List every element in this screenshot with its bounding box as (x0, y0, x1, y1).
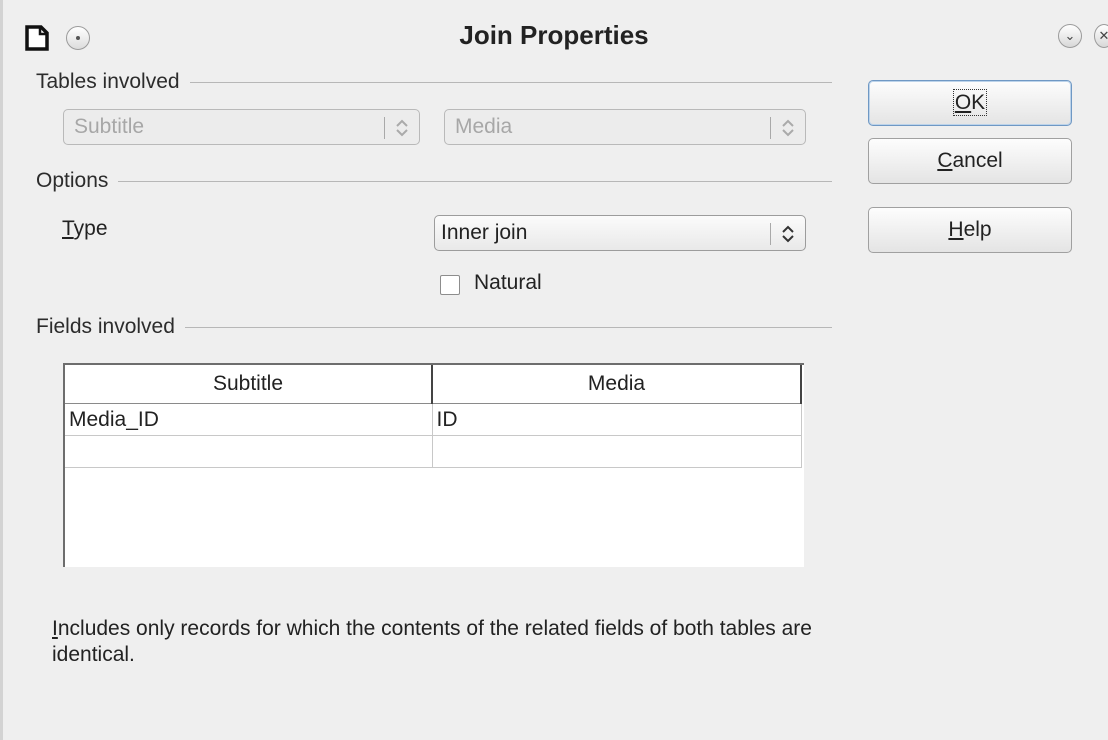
fields-involved-heading: Fields involved (36, 315, 185, 339)
table-row: Media_ID ID (65, 403, 802, 436)
fields-grid[interactable]: Subtitle Media Media_ID ID (63, 363, 804, 567)
options-group: Options (36, 169, 832, 193)
spin-arrows-icon (782, 225, 794, 243)
tables-involved-group: Tables involved (36, 70, 832, 94)
help-button[interactable]: Help (868, 207, 1072, 253)
combo-separator (770, 223, 771, 245)
mnemonic-letter: O (954, 91, 972, 114)
options-heading: Options (36, 169, 119, 193)
join-properties-dialog: Join Properties ⌄ ✕ Tables involved Subt… (0, 0, 1108, 740)
title-bar: Join Properties ⌄ ✕ (0, 0, 1108, 66)
table-header-row: Subtitle Media (65, 365, 802, 404)
close-icon[interactable]: ✕ (1094, 24, 1108, 48)
spin-arrows-icon (396, 119, 408, 137)
table-cell[interactable] (65, 435, 433, 468)
type-label-mnemonic: T (62, 217, 74, 240)
cancel-button[interactable]: Cancel (868, 138, 1072, 184)
column-header-subtitle[interactable]: Subtitle (65, 365, 433, 404)
natural-checkbox[interactable] (440, 275, 460, 295)
table-cell[interactable]: Media_ID (65, 403, 433, 436)
mnemonic-rest: elp (963, 218, 992, 241)
window-left-edge (0, 0, 3, 740)
join-type-select[interactable]: Inner join (434, 215, 806, 251)
mnemonic-rest: ancel (952, 149, 1003, 172)
mnemonic-letter: H (948, 218, 964, 241)
spin-arrows-icon (782, 119, 794, 137)
mnemonic-letter: C (937, 149, 953, 172)
right-table-select[interactable]: Media (444, 109, 806, 145)
separator-line (36, 181, 832, 182)
mnemonic-rest: ncludes only records for which the conte… (52, 617, 812, 666)
combo-separator (770, 117, 771, 139)
left-table-select[interactable]: Subtitle (63, 109, 420, 145)
natural-label: Natural (474, 271, 542, 294)
table-cell[interactable] (432, 435, 802, 468)
window-title: Join Properties (459, 20, 649, 50)
mnemonic-rest: K (971, 91, 986, 114)
right-table-value: Media (455, 115, 513, 138)
column-header-media[interactable]: Media (432, 365, 802, 404)
combo-separator (384, 117, 385, 139)
type-label-rest: ype (73, 217, 108, 240)
fields-involved-group: Fields involved (36, 315, 832, 339)
type-label: Type (62, 217, 108, 241)
ok-button[interactable]: OK (868, 80, 1072, 126)
join-description: Includes only records for which the cont… (52, 616, 812, 668)
join-type-value: Inner join (441, 221, 528, 244)
fields-table: Subtitle Media Media_ID ID (65, 365, 802, 468)
ok-button-label: OK (952, 89, 988, 116)
table-row (65, 435, 802, 468)
minimize-icon[interactable]: ⌄ (1058, 24, 1082, 48)
tables-involved-heading: Tables involved (36, 70, 190, 94)
left-table-value: Subtitle (74, 115, 145, 138)
table-cell[interactable]: ID (432, 403, 802, 436)
